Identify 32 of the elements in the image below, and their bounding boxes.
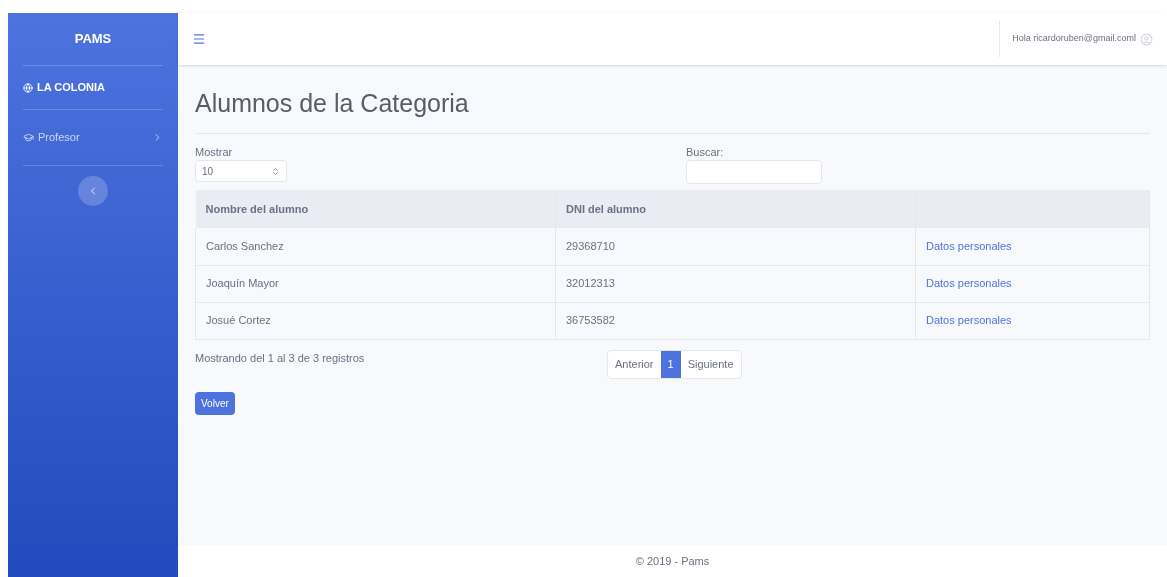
page-title: Alumnos de la Categoria xyxy=(195,85,1150,134)
up-down-arrows-icon xyxy=(271,166,280,176)
personal-data-link[interactable]: Datos personales xyxy=(926,240,1012,252)
personal-data-link[interactable]: Datos personales xyxy=(926,314,1012,327)
table-cell: Carlos Sanchez xyxy=(195,228,556,265)
personal-data-link[interactable]: Datos personales xyxy=(926,277,1012,290)
length-select[interactable]: 10 xyxy=(195,160,287,182)
search-label: Buscar: xyxy=(686,144,725,160)
table-info: Mostrando del 1 al 3 de 3 registros xyxy=(195,350,366,366)
column-header: DNI del alumno xyxy=(555,190,916,228)
sidebar-toggle-button[interactable] xyxy=(78,176,108,206)
column-header: Nombre del alumno xyxy=(195,190,556,228)
globe-icon xyxy=(23,82,33,93)
user-icon[interactable] xyxy=(1140,32,1153,46)
footer: © 2019 - Pams xyxy=(178,545,1167,577)
search-field[interactable] xyxy=(686,160,822,184)
back-button[interactable]: Volver xyxy=(195,391,235,415)
length-label: Mostrar xyxy=(195,144,234,160)
graduation-cap-icon xyxy=(23,132,34,143)
page-button[interactable]: Siguiente xyxy=(680,350,741,378)
section-label: LA COLONIA xyxy=(37,80,106,96)
sidebar-item[interactable]: Profesor xyxy=(23,110,163,166)
table-cell: 29368710 xyxy=(555,228,916,265)
table-cell: Josué Cortez xyxy=(195,302,556,339)
user-greeting[interactable]: Hola ricardoruben@gmail.coml xyxy=(1012,32,1136,46)
table-cell: 36753582 xyxy=(555,302,916,339)
menu-icon[interactable] xyxy=(192,32,206,46)
page-button[interactable]: 1 xyxy=(660,350,681,378)
page-button[interactable]: Anterior xyxy=(608,350,661,378)
table-cell: Joaquín Mayor xyxy=(195,265,556,302)
brand-title[interactable]: PAMS xyxy=(23,13,163,66)
table-cell: 32012313 xyxy=(555,265,916,302)
